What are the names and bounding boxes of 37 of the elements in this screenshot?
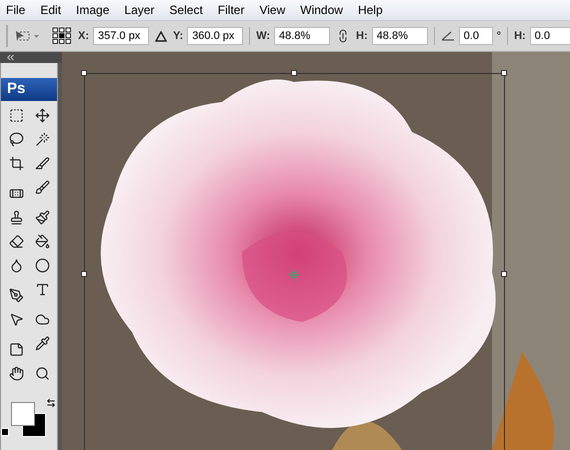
transform-handle[interactable] [291, 70, 297, 76]
unit-label: ° [496, 28, 502, 44]
center-point-icon [288, 269, 300, 281]
transform-handle[interactable] [81, 271, 87, 277]
menu-item[interactable]: Image [76, 1, 110, 19]
field-label: X: [78, 28, 89, 44]
menu-item[interactable]: Edit [40, 1, 62, 19]
input-field[interactable]: 48.8% [372, 27, 428, 45]
menu-item[interactable]: Help [358, 1, 383, 19]
menu-item[interactable]: Filter [218, 1, 244, 19]
input-field[interactable]: 357.0 px [93, 27, 149, 45]
collapse-icon[interactable] [5, 52, 16, 63]
menu-item[interactable]: Layer [124, 1, 154, 19]
swap-icon[interactable] [46, 398, 56, 408]
menu-item[interactable]: View [259, 1, 286, 19]
field-label: Y: [173, 28, 184, 44]
color-swatches-drawing[interactable] [11, 402, 46, 437]
menu-item[interactable]: Select [169, 1, 203, 19]
field-label: H: [356, 28, 368, 44]
app-logo[interactable]: Ps [1, 78, 57, 101]
transform-handle[interactable] [501, 70, 507, 76]
field-label: H: [514, 28, 526, 44]
input-field[interactable]: 0.0 [458, 27, 493, 45]
input-field[interactable]: 48.8% [274, 27, 330, 45]
menu-item[interactable]: File [6, 1, 26, 19]
reference-point-icon[interactable] [52, 27, 72, 45]
input-field[interactable]: 360.0 px [187, 27, 244, 45]
field-label: W: [256, 28, 270, 44]
triangle-icon[interactable] [155, 30, 167, 42]
transform-frame[interactable] [84, 73, 505, 450]
tool-preset-icon[interactable] [14, 30, 40, 42]
menu-item[interactable]: Window [300, 1, 343, 19]
default-colors-icon[interactable] [1, 428, 9, 436]
transform-handle[interactable] [81, 70, 87, 76]
transform-handle[interactable] [501, 271, 507, 277]
angle-icon [440, 31, 455, 41]
input-field[interactable]: 0.0 [530, 27, 570, 45]
